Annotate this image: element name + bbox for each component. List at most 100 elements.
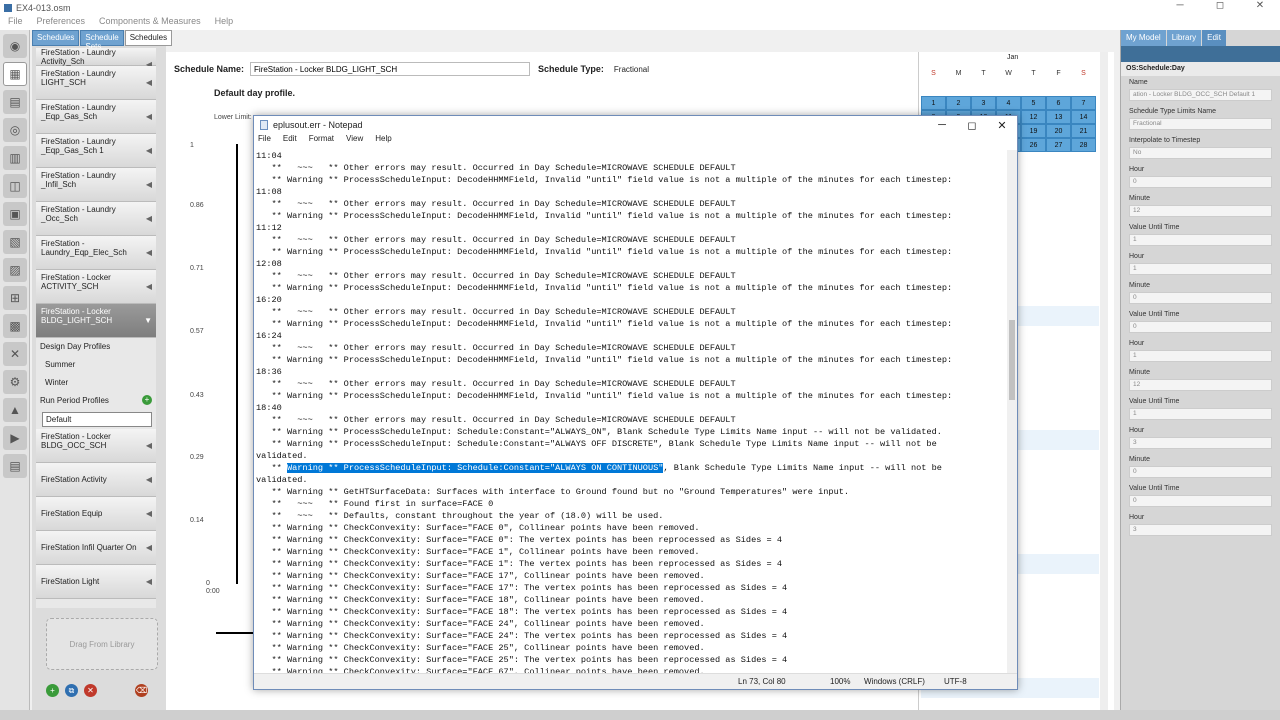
reports-tab-icon[interactable]: ▤ bbox=[3, 454, 27, 478]
schedules-tab-icon[interactable]: ▦ bbox=[3, 62, 27, 86]
value-until-time-field[interactable]: 1 bbox=[1129, 408, 1272, 420]
interpolate-field[interactable]: No bbox=[1129, 147, 1272, 159]
remove-icon[interactable]: ✕ bbox=[84, 684, 97, 697]
y-tick: 0.43 bbox=[190, 392, 204, 399]
menu-help[interactable]: Help bbox=[215, 16, 234, 30]
loads-tab-icon[interactable]: ◎ bbox=[3, 118, 27, 142]
summer-profile-item[interactable]: Summer bbox=[36, 356, 156, 374]
tab-schedule-sets[interactable]: Schedule Sets bbox=[80, 30, 124, 51]
minute-field[interactable]: 12 bbox=[1129, 379, 1272, 391]
add-profile-icon[interactable]: + bbox=[142, 395, 152, 405]
notepad-vertical-scrollbar[interactable] bbox=[1007, 150, 1017, 674]
notepad-minimize-button[interactable]: ─ bbox=[927, 116, 957, 134]
simulation-settings-tab-icon[interactable]: ✕ bbox=[3, 342, 27, 366]
notepad-menu-file[interactable]: File bbox=[258, 134, 271, 148]
list-item[interactable]: FireStation - Laundry Activity_Sch ◀ bbox=[36, 48, 156, 69]
value-until-time-field[interactable]: 0 bbox=[1129, 321, 1272, 333]
list-item-selected[interactable]: FireStation - Locker BLDG_LIGHT_SCH ▼ bbox=[36, 304, 156, 338]
list-item[interactable]: FireStation - Laundry _Eqp_Gas_Sch 1 ◀ bbox=[36, 134, 156, 168]
menu-preferences[interactable]: Preferences bbox=[37, 16, 86, 30]
calendar-day[interactable]: 4 bbox=[996, 96, 1021, 110]
calendar-day[interactable]: 12 bbox=[1021, 110, 1046, 124]
calendar-day[interactable]: 19 bbox=[1021, 124, 1046, 138]
list-item[interactable]: FireStation - Locker ACTIVITY_SCH ◀ bbox=[36, 270, 156, 304]
thermal-zones-tab-icon[interactable]: ▨ bbox=[3, 258, 27, 282]
site-tab-icon[interactable]: ◉ bbox=[3, 34, 27, 58]
calendar-day[interactable]: 3 bbox=[971, 96, 996, 110]
tab-schedules-top[interactable]: Schedules bbox=[32, 30, 80, 46]
minimize-button[interactable]: ─ bbox=[1160, 0, 1200, 11]
list-item[interactable]: FireStation - Locker BLDG_OCC_SCH ◀ bbox=[36, 429, 156, 463]
selected-text[interactable]: Warning ** ProcessScheduleInput: Schedul… bbox=[286, 463, 664, 473]
minute-field[interactable]: 0 bbox=[1129, 466, 1272, 478]
hour-field[interactable]: 0 bbox=[1129, 176, 1272, 188]
hour-field[interactable]: 1 bbox=[1129, 350, 1272, 362]
add-icon[interactable]: + bbox=[46, 684, 59, 697]
geometry-tab-icon[interactable]: ◫ bbox=[3, 174, 27, 198]
list-item[interactable]: FireStation - Laundry _Eqp_Gas_Sch ◀ bbox=[36, 100, 156, 134]
menu-components-measures[interactable]: Components & Measures bbox=[99, 16, 201, 30]
copy-icon[interactable]: ⧉ bbox=[65, 684, 78, 697]
hour-field[interactable]: 3 bbox=[1129, 437, 1272, 449]
list-item[interactable]: FireStation - Laundry LIGHT_SCH ◀ bbox=[36, 66, 156, 100]
list-item[interactable]: FireStation Infil Quarter On ◀ bbox=[36, 531, 156, 565]
drag-from-library-dropzone[interactable]: Drag From Library bbox=[46, 618, 158, 670]
calendar-day[interactable]: 6 bbox=[1046, 96, 1071, 110]
calendar-day[interactable]: 28 bbox=[1071, 138, 1096, 152]
constructions-tab-icon[interactable]: ▤ bbox=[3, 90, 27, 114]
measures-tab-icon[interactable]: ⚙ bbox=[3, 370, 27, 394]
tab-edit[interactable]: Edit bbox=[1202, 30, 1226, 46]
calendar-day[interactable]: 20 bbox=[1046, 124, 1071, 138]
tab-schedules[interactable]: Schedules bbox=[124, 30, 173, 46]
hour-field[interactable]: 1 bbox=[1129, 263, 1272, 275]
list-item[interactable]: FireStation - Laundry _Occ_Sch ◀ bbox=[36, 202, 156, 236]
list-item[interactable]: FireStation Equip ◀ bbox=[36, 497, 156, 531]
scrollbar-thumb[interactable] bbox=[1009, 320, 1015, 400]
calendar-day[interactable]: 5 bbox=[1021, 96, 1046, 110]
calendar-day[interactable]: 14 bbox=[1071, 110, 1096, 124]
calendar-day[interactable]: 27 bbox=[1046, 138, 1071, 152]
calendar-scrollbar[interactable] bbox=[1100, 52, 1108, 710]
run-tab-icon[interactable]: ▲ bbox=[3, 398, 27, 422]
notepad-title-bar[interactable]: eplusout.err - Notepad ─ ◻ ✕ bbox=[254, 116, 1017, 134]
notepad-close-button[interactable]: ✕ bbox=[987, 116, 1017, 134]
menu-file[interactable]: File bbox=[8, 16, 23, 30]
value-until-time-field[interactable]: 0 bbox=[1129, 495, 1272, 507]
name-field[interactable]: ation - Locker BLDG_OCC_SCH Default 1 bbox=[1129, 89, 1272, 101]
hvac-tab-icon[interactable]: ⊞ bbox=[3, 286, 27, 310]
tab-library[interactable]: Library bbox=[1166, 30, 1202, 46]
maximize-button[interactable]: ◻ bbox=[1200, 0, 1240, 11]
default-profile-item[interactable]: Default bbox=[42, 412, 152, 427]
notepad-menu-help[interactable]: Help bbox=[375, 134, 391, 148]
results-tab-icon[interactable]: ▶ bbox=[3, 426, 27, 450]
purge-icon[interactable]: ⌫ bbox=[135, 684, 148, 697]
minute-field[interactable]: 0 bbox=[1129, 292, 1272, 304]
schedule-name-input[interactable] bbox=[250, 62, 531, 76]
calendar-day[interactable]: 7 bbox=[1071, 96, 1096, 110]
notepad-maximize-button[interactable]: ◻ bbox=[957, 116, 987, 134]
minute-field[interactable]: 12 bbox=[1129, 205, 1272, 217]
notepad-text-area[interactable]: 11:04 ** ~~~ ** Other errors may result.… bbox=[256, 150, 1008, 674]
winter-profile-item[interactable]: Winter bbox=[36, 374, 156, 392]
hour-field[interactable]: 3 bbox=[1129, 524, 1272, 536]
close-button[interactable]: ✕ bbox=[1240, 0, 1280, 11]
list-item[interactable]: FireStation Activity ◀ bbox=[36, 463, 156, 497]
spaces-tab-icon[interactable]: ▧ bbox=[3, 230, 27, 254]
facility-tab-icon[interactable]: ▣ bbox=[3, 202, 27, 226]
calendar-day[interactable]: 26 bbox=[1021, 138, 1046, 152]
output-variables-tab-icon[interactable]: ▩ bbox=[3, 314, 27, 338]
notepad-menu-edit[interactable]: Edit bbox=[283, 134, 297, 148]
value-until-time-field[interactable]: 1 bbox=[1129, 234, 1272, 246]
notepad-menu-format[interactable]: Format bbox=[309, 134, 334, 148]
calendar-day[interactable]: 21 bbox=[1071, 124, 1096, 138]
type-limits-field[interactable]: Fractional bbox=[1129, 118, 1272, 130]
calendar-day[interactable]: 1 bbox=[921, 96, 946, 110]
list-item[interactable]: FireStation Light ◀ bbox=[36, 565, 156, 599]
tab-my-model[interactable]: My Model bbox=[1121, 30, 1166, 46]
calendar-day[interactable]: 13 bbox=[1046, 110, 1071, 124]
space-types-tab-icon[interactable]: ▥ bbox=[3, 146, 27, 170]
calendar-day[interactable]: 2 bbox=[946, 96, 971, 110]
notepad-menu-view[interactable]: View bbox=[346, 134, 363, 148]
list-item[interactable]: FireStation - Laundry_Eqp_Elec_Sch ◀ bbox=[36, 236, 156, 270]
list-item[interactable]: FireStation - Laundry _Infil_Sch ◀ bbox=[36, 168, 156, 202]
